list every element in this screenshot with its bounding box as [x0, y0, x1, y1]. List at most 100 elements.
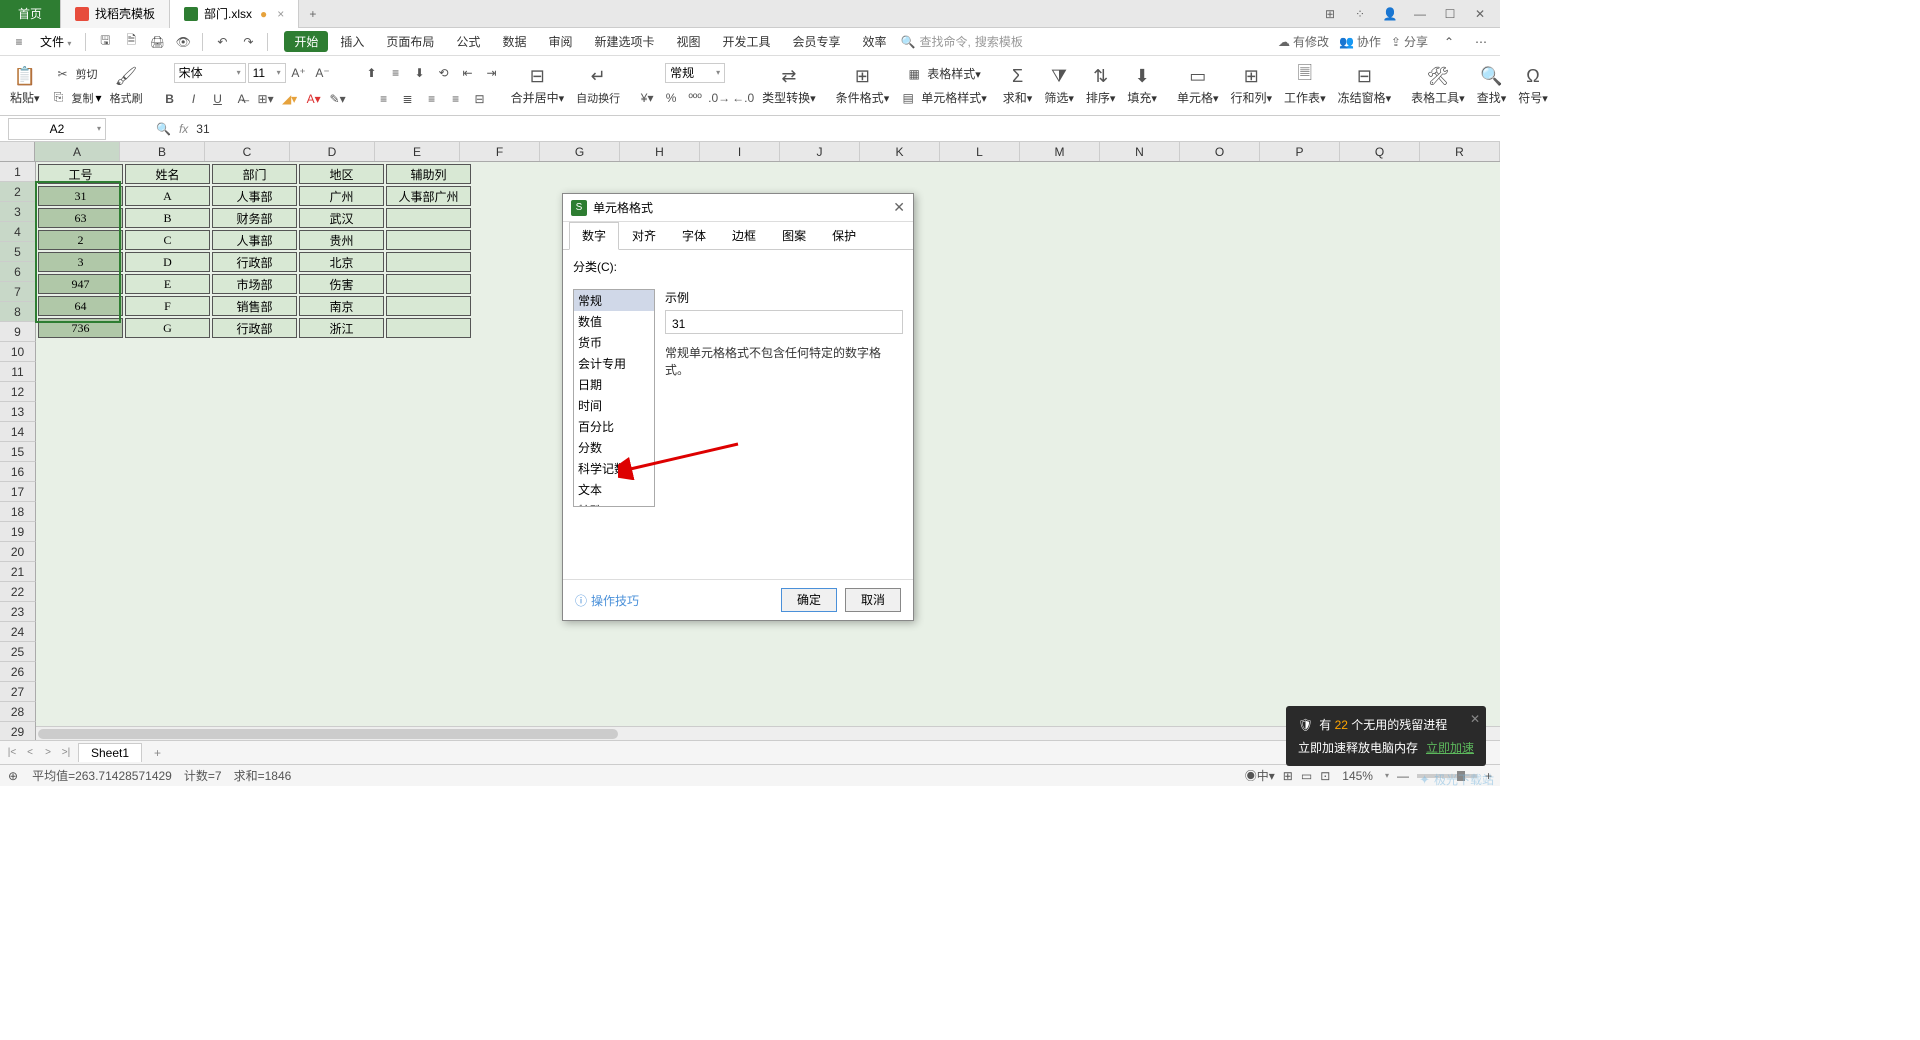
filter-button[interactable]: ⧩筛选▾ — [1040, 63, 1078, 108]
font-name-select[interactable]: 宋体▾ — [174, 63, 246, 83]
dlg-tab-number[interactable]: 数字 — [569, 222, 619, 250]
col-header[interactable]: J — [780, 142, 860, 161]
align-left[interactable]: ≡ — [373, 88, 395, 110]
wrap-button[interactable]: ↵自动换行 — [572, 64, 624, 108]
view-normal[interactable]: ⊞ — [1283, 769, 1293, 783]
zoom-out[interactable]: — — [1397, 769, 1409, 783]
row-header[interactable]: 23 — [0, 602, 36, 622]
increase-font[interactable]: A⁺ — [288, 62, 310, 84]
data-cell[interactable] — [386, 318, 471, 338]
col-header[interactable]: L — [940, 142, 1020, 161]
format-painter[interactable]: 🖌格式刷 — [106, 64, 147, 108]
decrease-font[interactable]: A⁻ — [312, 62, 334, 84]
header-cell[interactable]: 姓名 — [125, 164, 210, 184]
data-cell[interactable]: 人事部广州 — [386, 186, 471, 206]
close-button[interactable]: ✕ — [1470, 4, 1490, 24]
number-format-select[interactable]: 常规▾ — [665, 63, 725, 83]
col-header[interactable]: M — [1020, 142, 1100, 161]
category-item[interactable]: 常规 — [574, 290, 654, 311]
find-button[interactable]: 🔍查找▾ — [1473, 63, 1511, 108]
ok-button[interactable]: 确定 — [781, 588, 837, 612]
fx-icon[interactable]: fx — [179, 122, 188, 136]
data-cell[interactable]: 63 — [38, 208, 123, 228]
freeze-button[interactable]: ⊟冻结窗格▾ — [1334, 63, 1396, 108]
redo-icon[interactable]: ↷ — [237, 31, 259, 53]
data-cell[interactable]: 行政部 — [212, 252, 297, 272]
col-header[interactable]: A — [35, 142, 120, 161]
col-header[interactable]: B — [120, 142, 205, 161]
cut-button[interactable]: 剪切 — [76, 66, 98, 82]
row-header[interactable]: 12 — [0, 382, 36, 402]
cut-icon[interactable]: ✂ — [52, 63, 74, 85]
data-cell[interactable]: 销售部 — [212, 296, 297, 316]
horizontal-scrollbar[interactable] — [36, 726, 1500, 740]
sheet-tab[interactable]: Sheet1 — [78, 743, 142, 762]
select-all-corner[interactable] — [0, 142, 35, 162]
highlight[interactable]: ✎▾ — [327, 88, 349, 110]
data-cell[interactable]: C — [125, 230, 210, 250]
header-cell[interactable]: 工号 — [38, 164, 123, 184]
print-icon[interactable]: 🖨 — [146, 31, 168, 53]
col-header[interactable]: O — [1180, 142, 1260, 161]
align-bot[interactable]: ⬇ — [409, 62, 431, 84]
row-header[interactable]: 13 — [0, 402, 36, 422]
data-cell[interactable]: 人事部 — [212, 186, 297, 206]
data-cell[interactable]: 736 — [38, 318, 123, 338]
data-cell[interactable]: 31 — [38, 186, 123, 206]
search-box[interactable]: 🔍 查找命令,搜索模板 — [901, 33, 1023, 50]
dlg-tab-protect[interactable]: 保护 — [819, 222, 869, 249]
data-cell[interactable]: 2 — [38, 230, 123, 250]
data-cell[interactable]: 人事部 — [212, 230, 297, 250]
file-menu[interactable]: 文件 ▾ — [34, 33, 77, 50]
col-header[interactable]: R — [1420, 142, 1500, 161]
header-cell[interactable]: 地区 — [299, 164, 384, 184]
data-cell[interactable]: 行政部 — [212, 318, 297, 338]
name-box[interactable]: A2▾ — [8, 118, 106, 140]
row-header[interactable]: 24 — [0, 622, 36, 642]
data-cell[interactable] — [386, 252, 471, 272]
row-header[interactable]: 20 — [0, 542, 36, 562]
table-style[interactable]: 表格样式▾ — [927, 65, 981, 82]
dist[interactable]: ⊟ — [469, 88, 491, 110]
row-header[interactable]: 14 — [0, 422, 36, 442]
category-item[interactable]: 特殊 — [574, 500, 654, 507]
tab-view[interactable]: 视图 — [666, 31, 710, 52]
data-cell[interactable]: 南京 — [299, 296, 384, 316]
data-cell[interactable]: A — [125, 186, 210, 206]
align-just[interactable]: ≡ — [445, 88, 467, 110]
minimize-button[interactable]: — — [1410, 4, 1430, 24]
more-icon[interactable]: ⋯ — [1470, 31, 1492, 53]
undo-icon[interactable]: ↶ — [211, 31, 233, 53]
tab-formula[interactable]: 公式 — [446, 31, 490, 52]
tab-devtools[interactable]: 开发工具 — [713, 31, 781, 52]
tab-efficiency[interactable]: 效率 — [853, 31, 897, 52]
zoom-icon[interactable]: 🔍 — [156, 122, 171, 136]
data-cell[interactable]: 武汉 — [299, 208, 384, 228]
add-tab[interactable]: + — [299, 7, 326, 21]
paste-button[interactable]: 📋粘贴▾ — [6, 63, 44, 108]
row-header[interactable]: 16 — [0, 462, 36, 482]
row-header[interactable]: 11 — [0, 362, 36, 382]
view-page[interactable]: ▭ — [1301, 769, 1312, 783]
col-header[interactable]: E — [375, 142, 460, 161]
dec-dec[interactable]: ←.0 — [732, 87, 754, 109]
orient[interactable]: ⟲ — [433, 62, 455, 84]
apps-icon[interactable]: ⁘ — [1350, 4, 1370, 24]
tab-pagelayout[interactable]: 页面布局 — [376, 31, 444, 52]
data-cell[interactable]: 广州 — [299, 186, 384, 206]
copy-icon[interactable]: ⎘ — [48, 87, 70, 109]
tab-start[interactable]: 开始 — [284, 31, 328, 52]
row-header[interactable]: 8 — [0, 302, 36, 322]
changes-link[interactable]: ☁ 有修改 — [1278, 33, 1329, 50]
data-cell[interactable] — [386, 208, 471, 228]
row-header[interactable]: 28 — [0, 702, 36, 722]
italic-button[interactable]: I — [183, 88, 205, 110]
last-sheet[interactable]: >| — [58, 745, 74, 761]
inc-dec[interactable]: .0→ — [708, 87, 730, 109]
category-item[interactable]: 时间 — [574, 395, 654, 416]
row-header[interactable]: 15 — [0, 442, 36, 462]
cancel-button[interactable]: 取消 — [845, 588, 901, 612]
data-cell[interactable]: 伤害 — [299, 274, 384, 294]
font-size-select[interactable]: 11▾ — [248, 63, 286, 83]
strike-button[interactable]: A̶ — [231, 88, 253, 110]
